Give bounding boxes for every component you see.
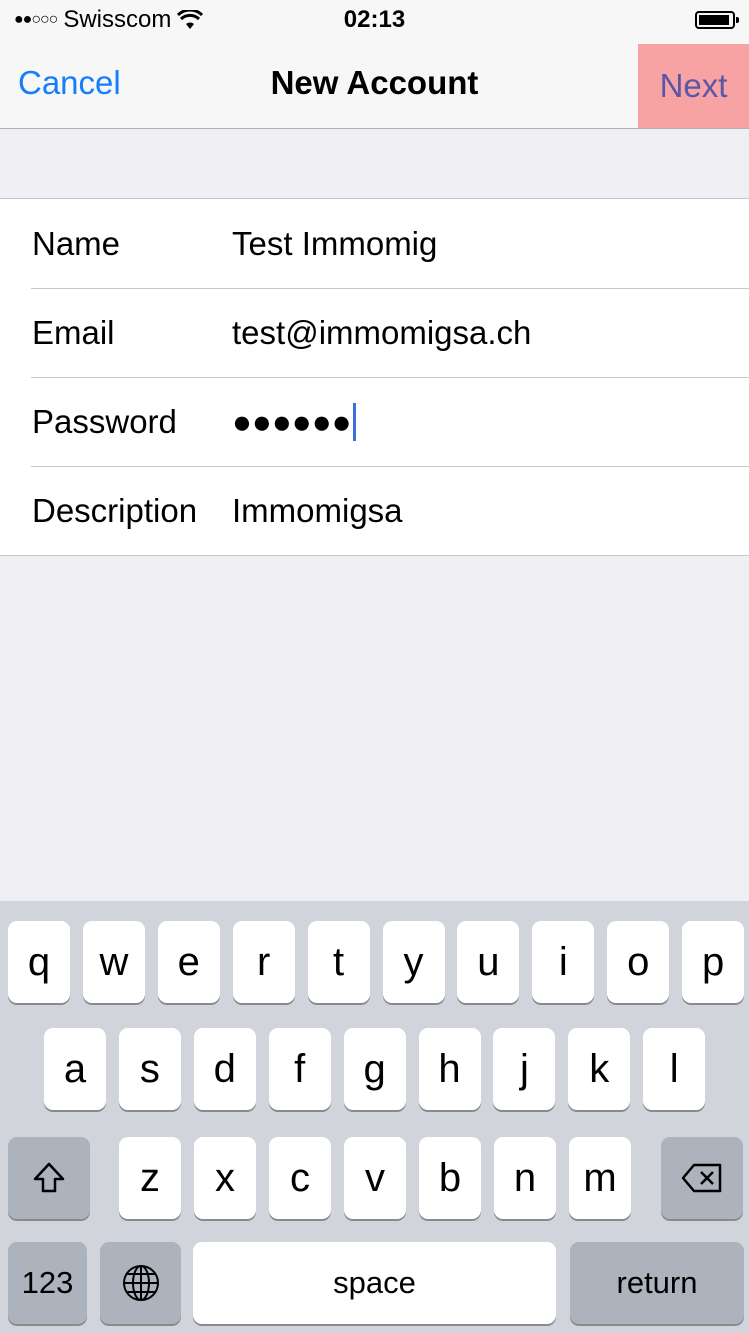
key-h[interactable]: h <box>418 1028 481 1110</box>
name-field[interactable]: Test Immomig <box>232 225 437 263</box>
keyboard: 123 space return qwertyuiop asdfghjkl zxcv… <box>0 901 749 1333</box>
key-t[interactable]: t <box>307 921 370 1003</box>
key-r[interactable]: r <box>232 921 295 1003</box>
status-bar: ●●○○○ Swisscom 02:13 <box>0 0 749 42</box>
battery-icon <box>695 11 739 29</box>
text-caret <box>352 402 356 441</box>
description-label: Description <box>32 491 198 529</box>
key-z[interactable]: z <box>119 1137 181 1219</box>
clock: 02:13 <box>343 6 406 33</box>
email-field[interactable]: test@immomigsa.ch <box>232 314 531 352</box>
next-button[interactable]: Next <box>638 44 749 128</box>
key-g[interactable]: g <box>343 1028 406 1110</box>
key-d[interactable]: d <box>193 1028 256 1110</box>
password-label: Password <box>32 402 177 440</box>
key-q[interactable]: q <box>8 921 70 1003</box>
space-key[interactable]: space <box>193 1242 556 1324</box>
description-row[interactable]: Description Immomigsa <box>0 466 749 555</box>
navigation-bar: Cancel New Account Next <box>0 42 749 129</box>
key-a[interactable]: a <box>44 1028 106 1110</box>
key-y[interactable]: y <box>382 921 445 1003</box>
key-l[interactable]: l <box>643 1028 706 1110</box>
shift-icon <box>33 1162 65 1193</box>
key-c[interactable]: c <box>269 1137 331 1219</box>
key-n[interactable]: n <box>494 1137 556 1219</box>
key-u[interactable]: u <box>457 921 520 1003</box>
return-key[interactable]: return <box>570 1242 744 1324</box>
key-x[interactable]: x <box>194 1137 256 1219</box>
key-v[interactable]: v <box>344 1137 406 1219</box>
page-title: New Account <box>270 64 479 101</box>
next-button-label: Next <box>659 67 728 104</box>
name-row[interactable]: Name Test Immomig <box>0 199 749 288</box>
delete-icon <box>681 1163 722 1193</box>
password-mask: ●●●●●● <box>232 402 352 440</box>
shift-key[interactable] <box>8 1137 90 1219</box>
key-p[interactable]: p <box>682 921 745 1003</box>
email-label: Email <box>32 313 115 351</box>
key-m[interactable]: m <box>569 1137 631 1219</box>
globe-icon <box>122 1265 159 1301</box>
key-b[interactable]: b <box>419 1137 481 1219</box>
globe-key[interactable] <box>100 1242 181 1324</box>
key-j[interactable]: j <box>493 1028 556 1110</box>
key-o[interactable]: o <box>607 921 670 1003</box>
key-e[interactable]: e <box>157 921 220 1003</box>
account-form: Name Test Immomig Email test@immomigsa.c… <box>0 198 749 556</box>
key-f[interactable]: f <box>268 1028 331 1110</box>
delete-key[interactable] <box>661 1137 743 1219</box>
numbers-key[interactable]: 123 <box>8 1242 87 1324</box>
key-s[interactable]: s <box>118 1028 181 1110</box>
key-w[interactable]: w <box>82 921 145 1003</box>
password-row[interactable]: Password ●●●●●● <box>0 377 749 466</box>
key-k[interactable]: k <box>568 1028 631 1110</box>
email-row[interactable]: Email test@immomigsa.ch <box>0 288 749 377</box>
password-field[interactable]: ●●●●●● <box>232 402 356 441</box>
description-field[interactable]: Immomigsa <box>232 492 403 530</box>
key-i[interactable]: i <box>532 921 595 1003</box>
name-label: Name <box>32 224 121 262</box>
